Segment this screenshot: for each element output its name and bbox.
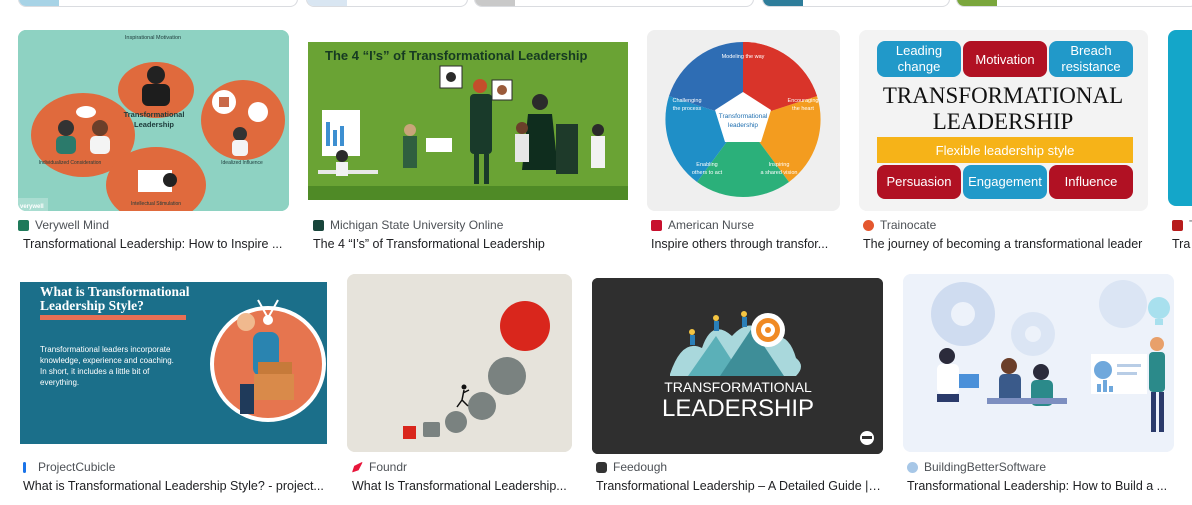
site-favicon-icon [907,461,918,473]
previous-result-tile[interactable] [956,0,1192,7]
result-title[interactable]: The 4 “I’s” of Transformational Leadersh… [313,237,627,251]
cubicle-paragraph: knowledge, experience and coaching. [40,356,174,365]
image-result-card[interactable]: Leading change Motivation Breach resista… [859,30,1148,260]
result-title[interactable]: Transformational Leadership – A Detailed… [596,479,881,493]
result-source[interactable]: T [1172,218,1192,232]
result-image[interactable] [903,274,1174,452]
image-result-card[interactable]: Foundr What Is Transformational Leadersh… [347,274,573,504]
cubicle-paragraph: In short, it includes a little bit of [40,367,150,376]
result-source[interactable]: Verywell Mind [18,218,109,232]
trainocate-box3: Breach [1070,43,1111,58]
nurse-center-label: leadership [728,122,758,129]
previous-row-strip [0,0,1192,8]
nurse-br-label: Inspiring [769,162,790,168]
source-name: Verywell Mind [35,218,110,232]
image-result-card[interactable]: BuildingBetterSoftware Transformational … [903,274,1175,504]
trainocate-cell3: Influence [1065,174,1118,189]
image-result-card[interactable]: TRANSFORMATIONAL LEADERSHIP Feedough Tra… [592,274,884,504]
trainocate-box2: Motivation [975,52,1034,67]
image-result-card[interactable]: Modeling the way Challenging the process… [647,30,840,260]
nurse-br-label: a shared vision [761,170,798,176]
verywell-right-label: Idealized Influence [221,160,263,166]
verywell-bottom-label: Intellectual Stimulation [131,201,181,207]
result-source[interactable]: ProjectCubicle [23,460,115,474]
image-result-card[interactable]: T Tra [1168,30,1192,260]
result-title[interactable]: What Is Transformational Leadership... [352,479,568,493]
source-name: BuildingBetterSoftware [924,460,1047,474]
msu-heading: The 4 “I’s” of Transformational Leadersh… [325,48,588,63]
previous-result-tile[interactable] [762,0,950,7]
cubicle-paragraph: everything. [40,378,79,387]
trainocate-box3: resistance [1061,59,1120,74]
trainocate-cell2: Engagement [968,174,1042,189]
result-source[interactable]: Michigan State University Online [313,218,503,232]
result-title[interactable]: What is Transformational Leadership Styl… [23,479,325,493]
result-source[interactable]: BuildingBetterSoftware [907,460,1046,474]
trainocate-box1: change [898,59,941,74]
result-image[interactable]: What is Transformational Leadership Styl… [18,274,328,452]
verywell-center-label: Transformational [124,110,185,119]
previous-result-tile[interactable] [18,0,298,7]
image-result-card[interactable]: The 4 “I’s” of Transformational Leadersh… [308,30,628,260]
result-title[interactable]: The journey of becoming a transformation… [863,237,1148,251]
result-source[interactable]: Feedough [596,460,667,474]
nurse-left-label: Challenging [672,98,701,104]
nurse-top-label: Modeling the way [722,54,765,60]
verywell-center-label: Leadership [134,120,174,129]
result-title[interactable]: Tra [1172,237,1192,251]
site-favicon-icon [18,219,29,231]
result-source[interactable]: Trainocate [863,218,936,232]
source-name: American Nurse [668,218,755,232]
site-favicon-icon [651,219,662,231]
source-name: Trainocate [880,218,937,232]
source-name: Foundr [369,460,408,474]
result-image[interactable] [1168,30,1192,206]
result-title[interactable]: Inspire others through transfor... [651,237,836,251]
result-image[interactable]: Inspirational Motivation Transformationa… [18,30,289,211]
trainocate-title: LEADERSHIP [933,109,1074,134]
nurse-bl-label: others to act [692,170,723,176]
source-name: ProjectCubicle [38,460,116,474]
result-image[interactable] [347,274,572,452]
trainocate-title: TRANSFORMATIONAL [883,83,1123,108]
site-favicon-icon [863,219,874,231]
nurse-right-label: the heart [792,106,814,112]
previous-result-tile[interactable] [474,0,754,7]
site-favicon-icon [23,461,26,473]
nurse-bl-label: Enabling [696,162,717,168]
site-favicon-icon [313,219,324,231]
site-favicon-icon [1172,219,1183,231]
cubicle-heading: Leadership Style? [40,298,144,313]
result-image[interactable]: TRANSFORMATIONAL LEADERSHIP [592,278,883,454]
image-result-card[interactable]: What is Transformational Leadership Styl… [18,274,328,504]
trainocate-cell1: Persuasion [886,174,951,189]
result-title[interactable]: Transformational Leadership: How to Buil… [907,479,1169,493]
site-favicon-icon [596,461,607,473]
image-result-card[interactable]: Inspirational Motivation Transformationa… [18,30,291,260]
source-name: Feedough [613,460,668,474]
verywell-logo: verywell [20,204,44,210]
result-source[interactable]: American Nurse [651,218,754,232]
verywell-left-label: Individualized Consideration [39,160,102,166]
verywell-top-label: Inspirational Motivation [125,35,181,41]
result-image[interactable]: The 4 “I’s” of Transformational Leadersh… [308,30,628,211]
trainocate-box1: Leading [896,43,942,58]
source-name: Michigan State University Online [330,218,504,232]
nurse-left-label: the process [673,106,702,112]
previous-result-tile[interactable] [306,0,468,7]
trainocate-bar: Flexible leadership style [936,143,1075,158]
result-image[interactable]: Leading change Motivation Breach resista… [859,30,1148,211]
result-image[interactable]: Modeling the way Challenging the process… [647,30,840,211]
cubicle-heading: What is Transformational [40,284,190,299]
feedough-line1: TRANSFORMATIONAL [664,379,812,395]
feedough-line2: LEADERSHIP [662,395,814,422]
nurse-center-label: Transformational [719,113,768,120]
nurse-right-label: Encouraging [788,98,819,104]
cubicle-paragraph: Transformational leaders incorporate [40,345,171,354]
rocket-icon [352,461,363,473]
result-title[interactable]: Transformational Leadership: How to Insp… [23,237,289,251]
result-source[interactable]: Foundr [352,460,407,474]
